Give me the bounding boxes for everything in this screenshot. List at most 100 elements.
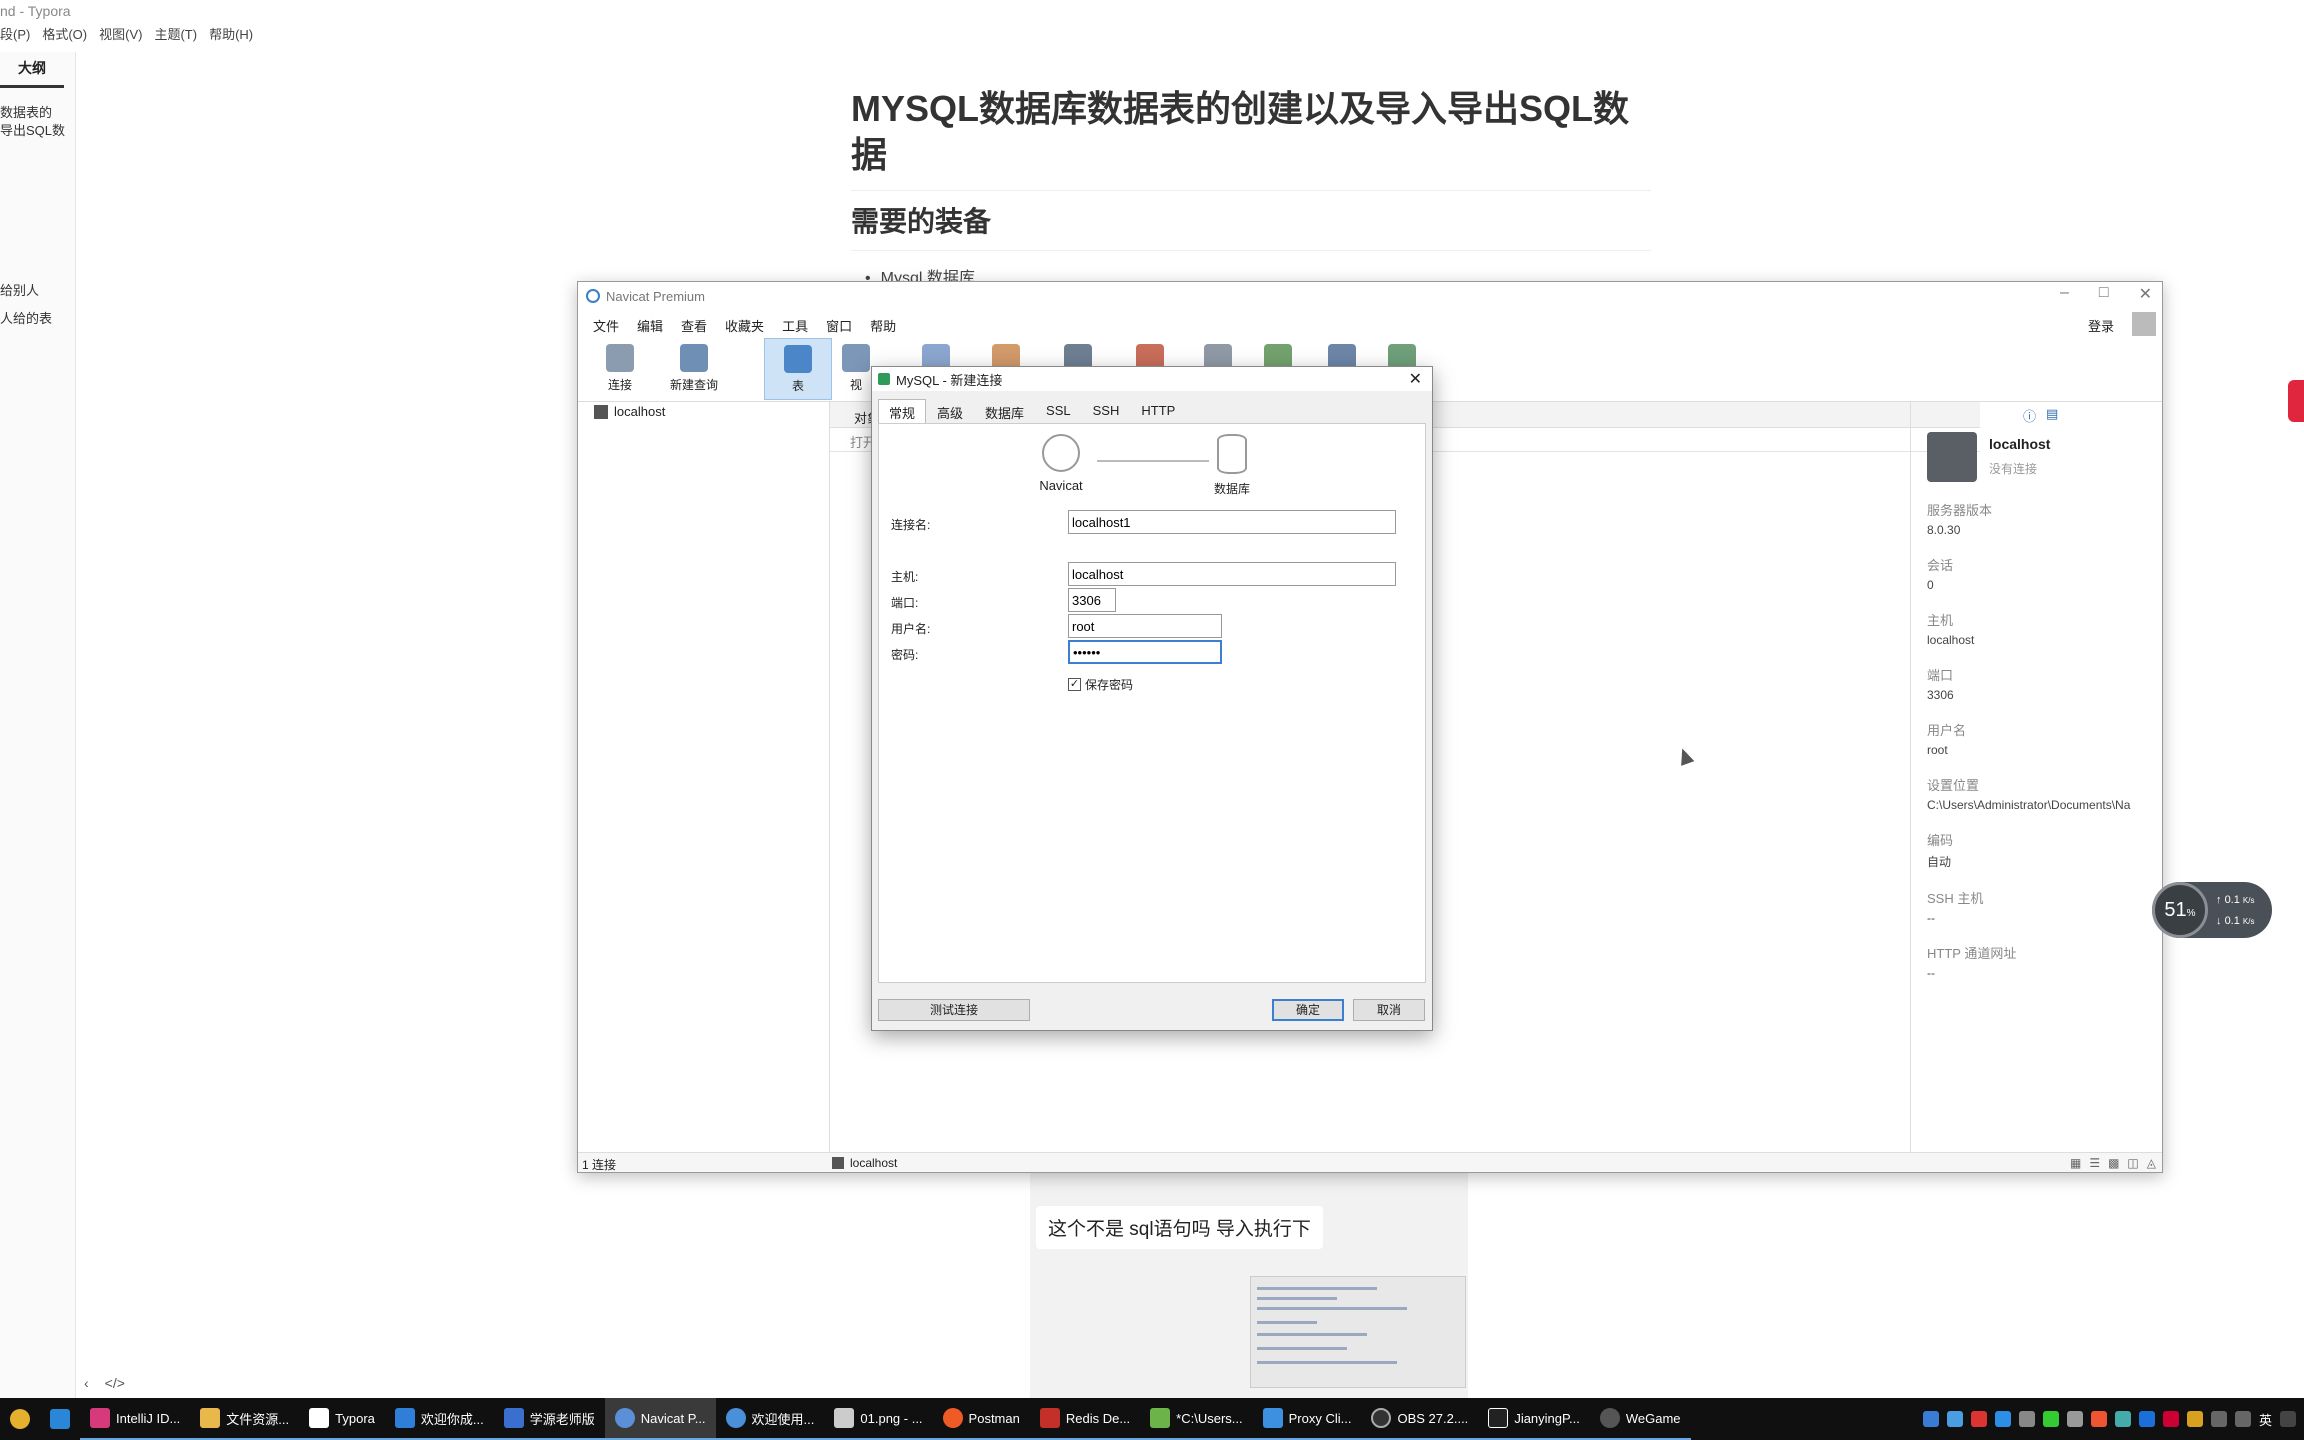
outline-item[interactable]: 给别人 bbox=[0, 280, 39, 299]
taskbar-jianying[interactable]: JianyingP... bbox=[1478, 1398, 1590, 1440]
obs-icon bbox=[1371, 1408, 1392, 1428]
redis-icon bbox=[1039, 1408, 1060, 1428]
menu-view[interactable]: 查看 bbox=[672, 312, 716, 336]
notification-icon[interactable] bbox=[2280, 1411, 2296, 1427]
port-input[interactable] bbox=[1068, 588, 1116, 612]
grid-view-icon[interactable]: ▦ bbox=[2070, 1156, 2081, 1170]
tray-app-icon[interactable] bbox=[2066, 1411, 2083, 1427]
tray-app-icon[interactable] bbox=[2114, 1411, 2131, 1427]
app-icon bbox=[394, 1408, 415, 1428]
tray-app-icon[interactable] bbox=[2138, 1411, 2155, 1427]
menu-paragraph[interactable]: 段(P) bbox=[0, 24, 30, 48]
sidebar-bottom-controls: ‹ </> bbox=[84, 1375, 125, 1391]
password-input[interactable] bbox=[1068, 640, 1222, 664]
taskbar-image-viewer[interactable]: 01.png - ... bbox=[824, 1398, 933, 1440]
list-view-icon[interactable]: ☰ bbox=[2089, 1156, 2100, 1170]
close-icon[interactable]: ✕ bbox=[2139, 284, 2152, 304]
taskbar-welcome-2[interactable]: 欢迎使用... bbox=[715, 1398, 825, 1440]
menu-file[interactable]: 文件 bbox=[584, 312, 628, 336]
maximize-icon[interactable]: □ bbox=[2099, 284, 2109, 304]
menu-view[interactable]: 视图(V) bbox=[99, 24, 142, 48]
app-icon bbox=[725, 1408, 746, 1428]
input-method-indicator[interactable]: 英 bbox=[2259, 1410, 2272, 1429]
cancel-button[interactable]: 取消 bbox=[1353, 999, 1425, 1021]
username-input[interactable] bbox=[1068, 614, 1222, 638]
outline-item[interactable]: 数据表的 bbox=[0, 102, 52, 121]
menu-window[interactable]: 窗口 bbox=[817, 312, 861, 336]
table-button[interactable]: 表 bbox=[764, 338, 832, 400]
navicat-title: Navicat Premium bbox=[606, 288, 705, 304]
menu-help[interactable]: 帮助 bbox=[861, 312, 905, 336]
outline-item[interactable]: 人给的表 bbox=[0, 308, 52, 327]
status-connection-count: 1 连接 bbox=[582, 1158, 617, 1172]
menu-tools[interactable]: 工具 bbox=[773, 312, 817, 336]
menu-help[interactable]: 帮助(H) bbox=[209, 24, 253, 48]
navicat-statusbar: 1 连接 localhost ▦ ☰ ▩ ◫ ◬ bbox=[578, 1152, 2162, 1172]
outline-item[interactable]: 导出SQL数 bbox=[0, 120, 65, 139]
taskbar-explorer[interactable]: 文件资源... bbox=[190, 1398, 300, 1440]
vscode-icon[interactable] bbox=[40, 1398, 80, 1440]
floating-side-tab[interactable] bbox=[2288, 380, 2304, 422]
ddl-icon[interactable]: ▤ bbox=[2046, 406, 2058, 425]
taskbar-teacher-app[interactable]: 学源老师版 bbox=[493, 1398, 605, 1440]
new-query-button[interactable]: 新建查询 bbox=[664, 338, 724, 400]
source-code-mode-icon[interactable]: </> bbox=[105, 1375, 125, 1391]
dialog-close-icon[interactable]: ✕ bbox=[1409, 369, 1422, 389]
connection-icon bbox=[832, 1157, 844, 1169]
taskbar-navicat[interactable]: Navicat P... bbox=[604, 1398, 716, 1440]
view-button[interactable]: 视 bbox=[836, 338, 876, 400]
taskbar-typora[interactable]: Typora bbox=[299, 1398, 385, 1440]
connect-button[interactable]: 连接 bbox=[590, 338, 650, 400]
info-field: 用户名 root bbox=[1927, 723, 1967, 757]
tray-app-icon[interactable] bbox=[2090, 1411, 2107, 1427]
menu-theme[interactable]: 主题(T) bbox=[154, 24, 197, 48]
host-input[interactable] bbox=[1068, 562, 1396, 586]
chat-message-bubble: 这个不是 sql语句吗 导入执行下 bbox=[1036, 1206, 1323, 1249]
menu-edit[interactable]: 编辑 bbox=[628, 312, 672, 336]
chrome-icon[interactable] bbox=[0, 1398, 40, 1440]
taskbar-redis[interactable]: Redis De... bbox=[1029, 1398, 1141, 1440]
toggle-left-pane-icon[interactable]: ◫ bbox=[2127, 1156, 2138, 1170]
tray-app-icon[interactable] bbox=[2186, 1411, 2203, 1427]
taskbar-welcome[interactable]: 欢迎你成... bbox=[384, 1398, 494, 1440]
save-password-checkbox[interactable]: ✓ 保存密码 bbox=[1068, 676, 1133, 693]
menu-favorites[interactable]: 收藏夹 bbox=[716, 312, 773, 336]
user-avatar-icon[interactable] bbox=[2132, 312, 2156, 336]
connection-name-label: 连接名: bbox=[891, 518, 931, 532]
menu-format[interactable]: 格式(O) bbox=[42, 24, 87, 48]
info-field: 编码 自动 bbox=[1927, 833, 1954, 869]
new-connection-dialog: MySQL - 新建连接 ✕ 常规 高级 数据库 SSL SSH HTTP Na… bbox=[871, 366, 1433, 1031]
taskbar-notepad[interactable]: *C:\Users... bbox=[1140, 1398, 1253, 1440]
tray-app-icon[interactable] bbox=[1994, 1411, 2011, 1427]
minimize-icon[interactable]: – bbox=[2060, 284, 2069, 304]
tray-app-icon[interactable] bbox=[2018, 1411, 2035, 1427]
outline-tab[interactable]: 大纲 bbox=[0, 58, 64, 88]
volume-icon[interactable] bbox=[2234, 1411, 2251, 1427]
wechat-icon[interactable] bbox=[2042, 1411, 2059, 1427]
tray-app-icon[interactable] bbox=[2162, 1411, 2179, 1427]
taskbar-postman[interactable]: Postman bbox=[932, 1398, 1030, 1440]
detail-view-icon[interactable]: ▩ bbox=[2108, 1156, 2119, 1170]
taskbar-proxy[interactable]: Proxy Cli... bbox=[1252, 1398, 1362, 1440]
port-label: 端口: bbox=[891, 596, 919, 610]
test-connection-button[interactable]: 测试连接 bbox=[878, 999, 1030, 1021]
login-link[interactable]: 登录 bbox=[2088, 316, 2114, 335]
taskbar-obs[interactable]: OBS 27.2.... bbox=[1361, 1398, 1479, 1440]
postman-icon bbox=[942, 1408, 963, 1428]
chat-image-thumbnail[interactable] bbox=[1250, 1276, 1466, 1388]
collapse-sidebar-icon[interactable]: ‹ bbox=[84, 1375, 89, 1391]
info-icon[interactable]: ⓘ bbox=[2023, 406, 2036, 425]
tray-app-icon[interactable] bbox=[1922, 1411, 1939, 1427]
tray-app-icon[interactable] bbox=[1946, 1411, 1963, 1427]
navicat-menubar: 文件 编辑 查看 收藏夹 工具 窗口 帮助 bbox=[578, 312, 2162, 336]
toggle-right-pane-icon[interactable]: ◬ bbox=[2147, 1156, 2156, 1170]
upload-rate: ↑ 0.1 K/s bbox=[2216, 894, 2255, 906]
network-icon[interactable] bbox=[2210, 1411, 2227, 1427]
network-speed-widget[interactable]: 51% ↑ 0.1 K/s ↓ 0.1 K/s bbox=[2152, 882, 2272, 938]
tray-app-icon[interactable] bbox=[1970, 1411, 1987, 1427]
taskbar-intellij[interactable]: IntelliJ ID... bbox=[80, 1398, 191, 1440]
connection-name-input[interactable] bbox=[1068, 510, 1396, 534]
connection-item-localhost[interactable]: localhost bbox=[594, 404, 665, 419]
ok-button[interactable]: 确定 bbox=[1272, 999, 1344, 1021]
taskbar-wegame[interactable]: WeGame bbox=[1589, 1398, 1691, 1440]
